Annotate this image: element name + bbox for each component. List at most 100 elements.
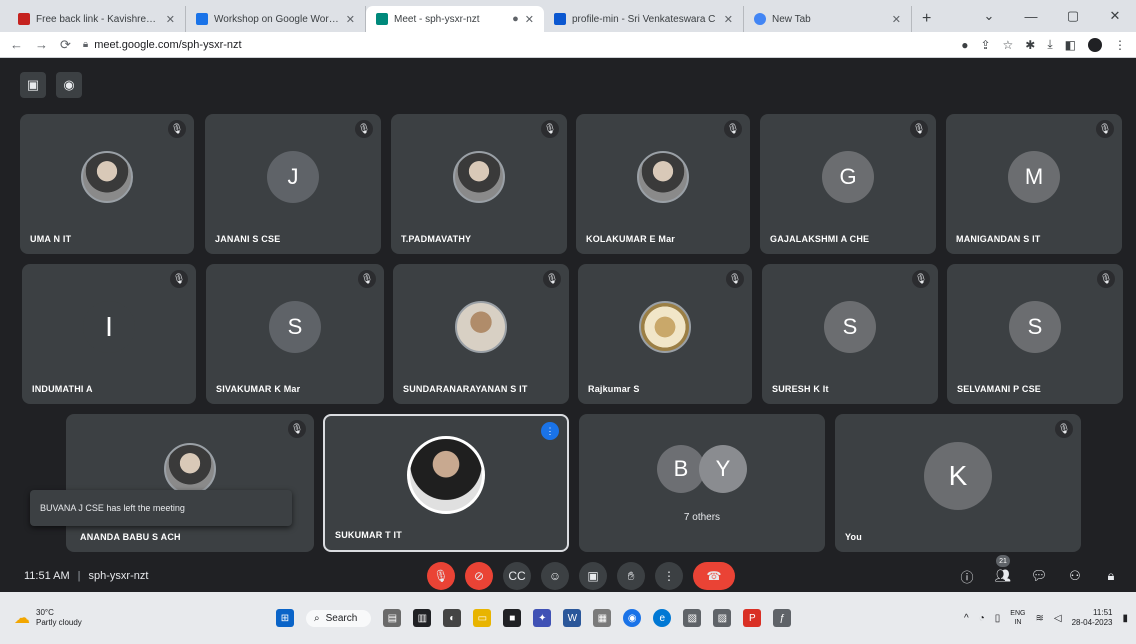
minimize-button[interactable]: —: [1010, 9, 1052, 24]
participant-tile[interactable]: S 🎙︎ SIVAKUMAR K Mar: [206, 264, 384, 404]
word-icon[interactable]: W: [563, 609, 582, 627]
participant-tile[interactable]: M 🎙︎ MANIGANDAN S IT: [946, 114, 1122, 254]
mic-off-icon: 🎙︎: [1096, 120, 1114, 138]
app-icon[interactable]: ✦: [533, 609, 552, 627]
maximize-button[interactable]: ▢: [1052, 8, 1094, 24]
more-options-button[interactable]: ⋮: [655, 562, 683, 590]
close-tab-icon[interactable]: ✕: [892, 13, 901, 26]
task-view-icon[interactable]: ▥: [413, 609, 432, 627]
clock[interactable]: 11:51 28-04-2023: [1072, 608, 1113, 628]
share-icon[interactable]: ⇪: [980, 38, 990, 52]
file-explorer-icon[interactable]: ▭: [473, 609, 492, 627]
app-icon[interactable]: ▨: [713, 609, 732, 627]
edge-icon[interactable]: e: [653, 609, 672, 627]
mic-off-icon: 🎙︎: [541, 120, 559, 138]
start-icon[interactable]: ⊞: [276, 609, 294, 627]
taskbar-search[interactable]: ⌕ Search: [306, 609, 372, 627]
browser-tab[interactable]: profile-min - Sri Venkateswara C ✕: [544, 6, 744, 32]
close-tab-icon[interactable]: ✕: [525, 13, 534, 26]
participant-tile[interactable]: 🎙︎ ANANDA BABU S ACH: [66, 414, 314, 552]
app-icon[interactable]: ƒ: [773, 609, 792, 627]
chevron-up-icon[interactable]: ^: [964, 613, 969, 624]
back-icon[interactable]: ←: [10, 37, 23, 52]
mic-off-icon: 🎙︎: [355, 120, 373, 138]
camera-toggle-button[interactable]: ⊘: [465, 562, 493, 590]
forward-icon[interactable]: →: [35, 37, 48, 52]
language-indicator[interactable]: ENG IN: [1010, 609, 1025, 627]
battery-icon[interactable]: ▯: [995, 613, 1001, 624]
chat-button[interactable]: 💬︎: [1028, 565, 1050, 587]
participant-tile[interactable]: G 🎙︎ GAJALAKSHMI A CHE: [760, 114, 936, 254]
browser-tab[interactable]: Free back link - Kavishree@wo ✕: [8, 6, 186, 32]
participant-tile[interactable]: 🎙︎ KOLAKUMAR E Mar: [576, 114, 750, 254]
browser-tab[interactable]: New Tab ✕: [744, 6, 912, 32]
participant-tile[interactable]: S 🎙︎ SURESH K It: [762, 264, 938, 404]
record-icon[interactable]: ◉: [56, 72, 82, 98]
activities-button[interactable]: ⚇: [1064, 565, 1086, 587]
present-screen-button[interactable]: ▣: [579, 562, 607, 590]
participant-initial: B: [657, 445, 705, 494]
volume-icon[interactable]: ◁: [1054, 613, 1062, 624]
participant-tile[interactable]: S 🎙︎ SELVAMANI P CSE: [947, 264, 1123, 404]
leave-call-button[interactable]: ☎︎: [693, 562, 735, 590]
store-icon[interactable]: ■: [503, 609, 522, 627]
others-tile[interactable]: B Y 7 others: [579, 414, 825, 552]
emoji-reaction-button[interactable]: ☺: [541, 562, 569, 590]
participant-initial: S: [1009, 301, 1061, 353]
network-status-icon[interactable]: ◔: [979, 613, 985, 624]
companion-mode-icon[interactable]: ▣: [20, 72, 46, 98]
participant-tile[interactable]: 🎙︎ SUNDARANARAYANAN S IT: [393, 264, 569, 404]
search-label: Search: [325, 612, 358, 624]
participant-name: SUKUMAR T IT: [335, 530, 402, 540]
meeting-details-button[interactable]: ⓘ: [956, 565, 978, 587]
speaking-indicator-icon: ⋮: [541, 422, 559, 440]
weather-text: 30°C Partly cloudy: [36, 608, 82, 628]
tab-search-icon[interactable]: ⌄: [968, 8, 1010, 24]
participant-name: GAJALAKSHMI A CHE: [770, 234, 870, 244]
browser-tab-active[interactable]: Meet - sph-ysxr-nzt ● ✕: [366, 6, 544, 32]
profile-avatar[interactable]: [1088, 37, 1102, 52]
extensions-icon[interactable]: ✱: [1025, 38, 1035, 52]
recording-icon[interactable]: ●: [961, 38, 968, 52]
participant-tile[interactable]: 🎙︎ Rajkumar S: [578, 264, 752, 404]
participant-photo: [453, 151, 505, 203]
participant-tile[interactable]: 🎙︎ UMA N IT: [20, 114, 194, 254]
side-panel-icon[interactable]: ◧: [1065, 38, 1076, 52]
app-icon[interactable]: P: [743, 609, 762, 627]
captions-button[interactable]: CC: [503, 562, 531, 590]
participant-initial: J: [267, 151, 319, 203]
notifications-icon[interactable]: ▮: [1122, 613, 1128, 624]
app-icon[interactable]: ▧: [683, 609, 702, 627]
menu-icon[interactable]: ⋮: [1114, 38, 1126, 52]
close-tab-icon[interactable]: ✕: [724, 13, 733, 26]
download-icon[interactable]: ⤓: [1047, 37, 1052, 52]
omnibox[interactable]: 🔒︎ meet.google.com/sph-ysxr-nzt: [83, 39, 949, 51]
bookmark-star-icon[interactable]: ☆: [1003, 38, 1014, 52]
left-meeting-notification: BUVANA J CSE has left the meeting: [30, 490, 292, 526]
widgets-icon[interactable]: ▤: [383, 609, 402, 627]
mic-off-icon: 🎙︎: [288, 420, 306, 438]
self-tile[interactable]: K 🎙︎ You: [835, 414, 1081, 552]
close-tab-icon[interactable]: ✕: [166, 13, 175, 26]
divider: |: [77, 570, 81, 582]
host-controls-button[interactable]: 🔒︎: [1100, 565, 1122, 587]
close-tab-icon[interactable]: ✕: [346, 13, 355, 26]
people-button[interactable]: 👥︎ 21: [992, 555, 1014, 587]
weather-widget[interactable]: ☁︎ 30°C Partly cloudy: [14, 608, 82, 628]
reload-icon[interactable]: ⟳: [60, 37, 71, 53]
chat-app-icon[interactable]: ◐: [443, 609, 462, 627]
close-window-button[interactable]: ✕: [1094, 8, 1136, 24]
chrome-icon[interactable]: ◉: [623, 609, 642, 627]
wifi-icon[interactable]: ≋: [1035, 613, 1043, 624]
app-icon[interactable]: ▦: [593, 609, 612, 627]
new-tab-button[interactable]: +: [912, 6, 941, 32]
participant-tile[interactable]: I 🎙︎ INDUMATHI A: [22, 264, 196, 404]
browser-tab[interactable]: Workshop on Google Workspac ✕: [186, 6, 366, 32]
microphone-toggle-button[interactable]: 🎙︎: [427, 562, 455, 590]
raise-hand-button[interactable]: ✋︎: [617, 562, 645, 590]
meeting-code: sph-ysxr-nzt: [88, 570, 149, 582]
participant-tile[interactable]: 🎙︎ T.PADMAVATHY: [391, 114, 567, 254]
lang-top: ENG: [1010, 610, 1026, 617]
participant-tile-speaking[interactable]: ⋮ SUKUMAR T IT: [323, 414, 569, 552]
participant-tile[interactable]: J 🎙︎ JANANI S CSE: [205, 114, 381, 254]
